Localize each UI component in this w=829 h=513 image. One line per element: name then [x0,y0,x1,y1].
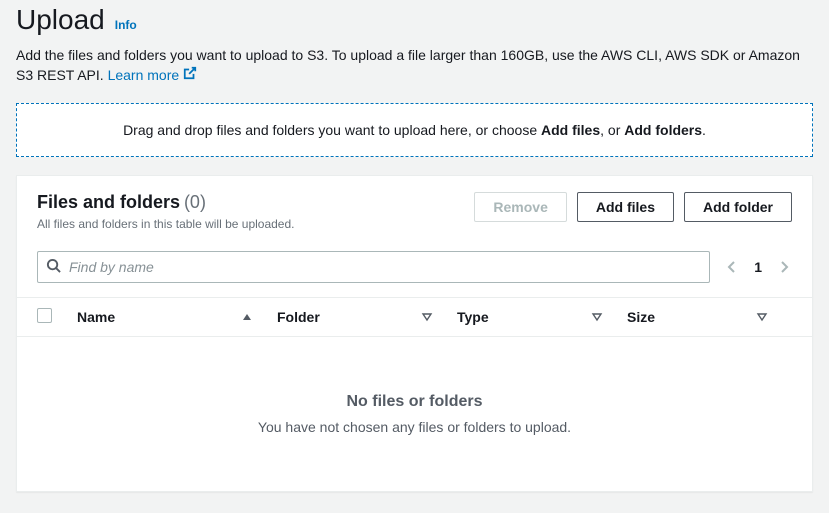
column-label-name: Name [77,309,115,325]
pager: 1 [724,259,792,275]
column-label-size: Size [627,309,655,325]
select-all-checkbox[interactable] [37,308,52,323]
dropzone-text-prefix: Drag and drop files and folders you want… [123,122,541,138]
column-header-folder[interactable]: Folder [277,309,457,325]
pager-page-number: 1 [754,259,762,275]
dropzone-add-folders: Add folders [624,122,702,138]
add-files-button[interactable]: Add files [577,192,674,222]
pager-prev-button[interactable] [724,259,740,275]
dropzone-suffix: . [702,122,706,138]
remove-button[interactable]: Remove [474,192,566,222]
panel-count: (0) [184,192,206,212]
dropzone[interactable]: Drag and drop files and folders you want… [16,103,813,157]
sort-icon [756,311,768,323]
search-input[interactable] [69,259,701,275]
files-panel: Files and folders (0) All files and fold… [16,175,813,492]
learn-more-label: Learn more [108,66,180,86]
panel-title: Files and folders [37,192,180,212]
sort-icon [591,311,603,323]
pager-next-button[interactable] [776,259,792,275]
column-header-type[interactable]: Type [457,309,627,325]
sort-asc-icon [241,311,253,323]
table-header: Name Folder Type Size [17,297,812,337]
empty-subtitle: You have not chosen any files or folders… [37,419,792,435]
learn-more-link[interactable]: Learn more [108,66,198,86]
dropzone-sep: , or [600,122,624,138]
empty-state: No files or folders You have not chosen … [17,337,812,491]
external-link-icon [183,66,197,86]
info-link[interactable]: Info [115,18,137,32]
panel-subtitle: All files and folders in this table will… [37,217,294,231]
column-label-folder: Folder [277,309,320,325]
column-label-type: Type [457,309,489,325]
search-box[interactable] [37,251,710,283]
empty-title: No files or folders [37,393,792,411]
dropzone-add-files: Add files [541,122,600,138]
sort-icon [421,311,433,323]
search-icon [46,258,61,276]
page-title: Upload [16,4,105,36]
add-folder-button[interactable]: Add folder [684,192,792,222]
column-header-name[interactable]: Name [77,309,277,325]
page-description: Add the files and folders you want to up… [16,46,813,85]
column-header-size[interactable]: Size [627,309,792,325]
